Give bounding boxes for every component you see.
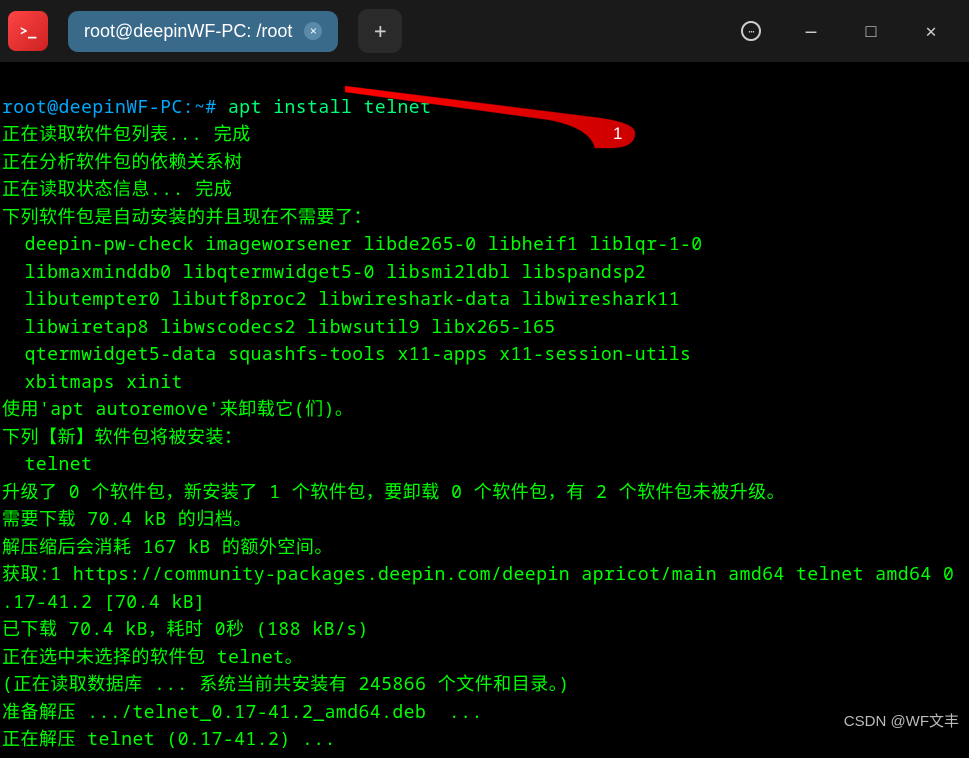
terminal-line: (正在读取数据库 ... 系统当前共安装有 245866 个文件和目录。) bbox=[2, 672, 570, 696]
maximize-button[interactable]: □ bbox=[861, 21, 881, 41]
terminal-output[interactable]: root@deepinWF-PC:~# apt install telnet 正… bbox=[0, 62, 969, 758]
terminal-line: 正在读取软件包列表... 完成 bbox=[2, 122, 251, 146]
terminal-line: 正在选中未选择的软件包 telnet。 bbox=[2, 645, 303, 669]
terminal-line: 升级了 0 个软件包，新安装了 1 个软件包，要卸载 0 个软件包，有 2 个软… bbox=[2, 480, 785, 504]
terminal-line: 使用'apt autoremove'来卸载它(们)。 bbox=[2, 397, 353, 421]
minimize-button[interactable]: — bbox=[801, 21, 821, 41]
shell-command: apt install telnet bbox=[217, 95, 432, 119]
terminal-line: qtermwidget5-data squashfs-tools x11-app… bbox=[2, 342, 691, 366]
terminal-line: 正在解压 telnet (0.17-41.2) ... bbox=[2, 727, 336, 751]
terminal-line: 正在读取状态信息... 完成 bbox=[2, 177, 232, 201]
terminal-line: 下列软件包是自动安装的并且现在不需要了： bbox=[2, 205, 372, 229]
terminal-line: 下列【新】软件包将被安装： bbox=[2, 425, 243, 449]
terminal-line: 需要下载 70.4 kB 的归档。 bbox=[2, 507, 252, 531]
close-button[interactable]: ✕ bbox=[921, 21, 941, 41]
shell-prompt: root@deepinWF-PC:~# bbox=[2, 95, 217, 119]
terminal-line: deepin-pw-check imageworsener libde265-0… bbox=[2, 232, 703, 256]
terminal-line: 正在分析软件包的依赖关系树 bbox=[2, 150, 243, 174]
tab-close-button[interactable]: × bbox=[304, 22, 322, 40]
terminal-line: telnet bbox=[2, 452, 92, 476]
terminal-line: 解压缩后会消耗 167 kB 的额外空间。 bbox=[2, 535, 333, 559]
titlebar: >_ root@deepinWF-PC: /root × + ⋯ — □ ✕ bbox=[0, 0, 969, 62]
terminal-line: libwiretap8 libwscodecs2 libwsutil9 libx… bbox=[2, 315, 556, 339]
terminal-line: libmaxminddb0 libqtermwidget5-0 libsmi2l… bbox=[2, 260, 646, 284]
new-tab-button[interactable]: + bbox=[358, 9, 402, 53]
terminal-line: 准备解压 .../telnet_0.17-41.2_amd64.deb ... bbox=[2, 700, 483, 724]
watermark: CSDN @WF文丰 bbox=[844, 710, 959, 731]
terminal-tab[interactable]: root@deepinWF-PC: /root × bbox=[68, 11, 338, 52]
terminal-line: 获取:1 https://community-packages.deepin.c… bbox=[2, 562, 954, 586]
terminal-line: xbitmaps xinit bbox=[2, 370, 183, 394]
menu-icon: ⋯ bbox=[741, 21, 761, 41]
terminal-line: libutempter0 libutf8proc2 libwireshark-d… bbox=[2, 287, 680, 311]
window-controls: ⋯ — □ ✕ bbox=[741, 21, 961, 41]
tab-title: root@deepinWF-PC: /root bbox=[84, 21, 292, 42]
app-icon: >_ bbox=[8, 11, 48, 51]
terminal-line: 已下载 70.4 kB，耗时 0秒 (188 kB/s) bbox=[2, 617, 369, 641]
terminal-line: .17-41.2 [70.4 kB] bbox=[2, 590, 205, 614]
menu-button[interactable]: ⋯ bbox=[741, 21, 761, 41]
